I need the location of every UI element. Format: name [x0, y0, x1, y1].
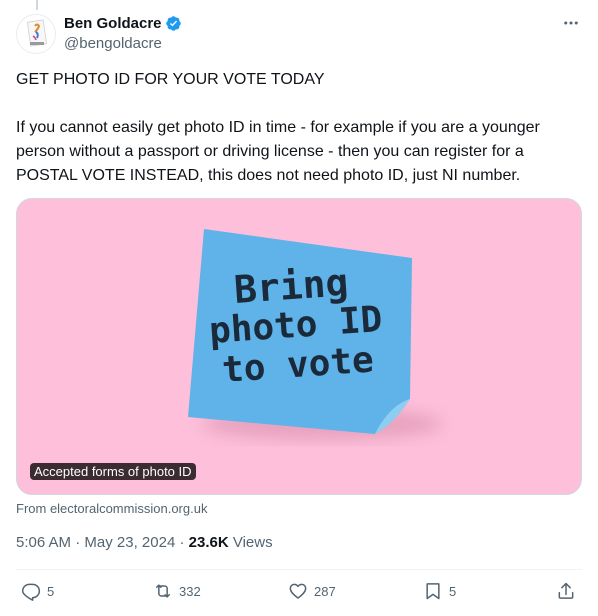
media-caption-label: Accepted forms of photo ID — [30, 463, 196, 480]
tweet-text-line-2: If you cannot easily get photo ID in tim… — [16, 119, 540, 184]
thread-connector-line — [36, 0, 38, 10]
meta-separator: · — [175, 534, 189, 551]
author-avatar[interactable] — [16, 14, 56, 54]
tweet-text-line-1: GET PHOTO ID FOR YOUR VOTE TODAY — [16, 71, 325, 88]
card-source-link[interactable]: From electoralcommission.org.uk — [16, 501, 207, 516]
link-card-media[interactable]: Bring photo ID to vote Accepted forms of… — [16, 198, 582, 495]
bookmark-count: 5 — [449, 583, 457, 599]
more-options-button[interactable] — [560, 12, 582, 34]
author-display-name[interactable]: Ben Goldacre — [64, 15, 162, 32]
tweet-metadata: 5:06 AM · May 23, 2024 · 23.6K Views — [16, 533, 273, 553]
repost-count: 332 — [179, 583, 201, 599]
bookmark-icon — [426, 583, 440, 600]
tweet-time[interactable]: 5:06 AM — [16, 534, 71, 551]
like-count: 287 — [314, 583, 336, 599]
reply-count: 5 — [47, 583, 55, 599]
verified-badge-icon — [165, 15, 181, 31]
views-count: 23.6K — [188, 534, 229, 551]
heart-icon — [289, 583, 307, 599]
share-button[interactable] — [556, 581, 576, 601]
like-button[interactable]: 287 — [288, 581, 336, 601]
meta-separator: · — [71, 534, 85, 551]
reply-button[interactable]: 5 — [21, 581, 54, 601]
repost-button[interactable]: 332 — [153, 581, 201, 601]
reply-icon — [21, 583, 41, 601]
share-icon — [558, 582, 574, 599]
author-avatar-image — [17, 15, 55, 53]
bookmark-button[interactable]: 5 — [423, 581, 456, 601]
author-name-row: Ben Goldacre — [64, 12, 182, 34]
tweet-text: GET PHOTO ID FOR YOUR VOTE TODAY If you … — [16, 68, 582, 188]
tweet-date[interactable]: May 23, 2024 — [84, 534, 175, 551]
author-handle[interactable]: @bengoldacre — [64, 35, 182, 52]
sticky-note-image: Bring photo ID to vote — [17, 199, 581, 494]
author-name-block: Ben Goldacre @bengoldacre — [64, 12, 182, 52]
action-bar: 5 332 287 5 — [16, 570, 582, 616]
views-label: Views — [228, 534, 273, 551]
repost-icon — [156, 584, 170, 598]
more-dots-icon — [564, 21, 578, 25]
tweet-header: Ben Goldacre @bengoldacre — [16, 12, 582, 56]
